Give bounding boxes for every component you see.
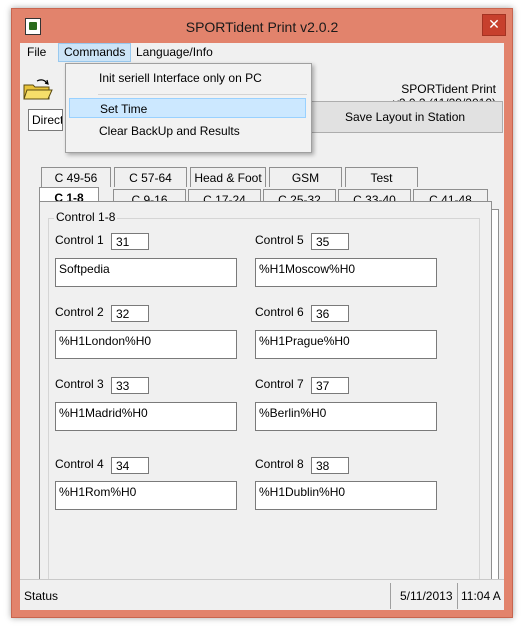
control-5-text[interactable]: %H1Moscow%H0 xyxy=(255,258,437,287)
tab-c49-56[interactable]: C 49-56 xyxy=(41,167,111,187)
menu-file[interactable]: File xyxy=(22,44,51,61)
control-2-number[interactable]: 32 xyxy=(111,305,149,322)
tab-gsm[interactable]: GSM xyxy=(269,167,342,187)
control-5-number[interactable]: 35 xyxy=(311,233,349,250)
commands-dropdown: Init seriell Interface only on PC Set Ti… xyxy=(65,63,312,153)
control-1-label: Control 1 xyxy=(55,233,104,247)
tab-head-foot[interactable]: Head & Foot xyxy=(190,167,266,187)
status-text: Status xyxy=(24,589,59,603)
app-name: SPORTident Print xyxy=(401,82,496,96)
control-8-number[interactable]: 38 xyxy=(311,457,349,474)
control-2-label: Control 2 xyxy=(55,305,104,319)
menu-clear-backup[interactable]: Clear BackUp and Results xyxy=(69,121,306,141)
open-folder-icon[interactable] xyxy=(23,79,53,101)
status-time: 11:04 A xyxy=(461,589,501,603)
menu-bar: File Commands Language/Info xyxy=(20,43,504,62)
control-1-number[interactable]: 31 xyxy=(111,233,149,250)
control-4-text[interactable]: %H1Rom%H0 xyxy=(55,481,237,510)
control-6-text[interactable]: %H1Prague%H0 xyxy=(255,330,437,359)
window-title: SPORTident Print v2.0.2 xyxy=(185,19,339,35)
control-3-number[interactable]: 33 xyxy=(111,377,149,394)
status-divider xyxy=(457,583,458,609)
tab-c57-64[interactable]: C 57-64 xyxy=(114,167,187,187)
control-4-number[interactable]: 34 xyxy=(111,457,149,474)
close-button[interactable]: ✕ xyxy=(482,14,506,36)
menu-language-info[interactable]: Language/Info xyxy=(131,44,218,61)
control-3-label: Control 3 xyxy=(55,377,104,391)
control-3-text[interactable]: %H1Madrid%H0 xyxy=(55,402,237,431)
control-8-label: Control 8 xyxy=(255,457,304,471)
status-bar: Status 5/11/2013 11:04 A xyxy=(20,579,504,610)
control-4-label: Control 4 xyxy=(55,457,104,471)
client-area: File Commands Language/Info SPORTident P… xyxy=(20,43,504,610)
control-6-number[interactable]: 36 xyxy=(311,305,349,322)
menu-commands[interactable]: Commands xyxy=(58,43,132,62)
group-label: Control 1-8 xyxy=(54,210,118,224)
tab-test[interactable]: Test xyxy=(345,167,418,187)
app-window: SPORTident Print v2.0.2 ✕ File Commands … xyxy=(11,8,513,618)
control-7-label: Control 7 xyxy=(255,377,304,391)
status-date: 5/11/2013 xyxy=(400,589,453,603)
menu-init-interface[interactable]: Init seriell Interface only on PC xyxy=(69,68,306,88)
control-5-label: Control 5 xyxy=(255,233,304,247)
control-1-text[interactable]: Softpedia xyxy=(55,258,237,287)
control-6-label: Control 6 xyxy=(255,305,304,319)
control-7-text[interactable]: %Berlin%H0 xyxy=(255,402,437,431)
save-layout-button[interactable]: Save Layout in Station xyxy=(307,101,503,133)
menu-set-time[interactable]: Set Time xyxy=(69,98,306,118)
status-divider xyxy=(390,583,391,609)
control-8-text[interactable]: %H1Dublin%H0 xyxy=(255,481,437,510)
control-7-number[interactable]: 37 xyxy=(311,377,349,394)
control-2-text[interactable]: %H1London%H0 xyxy=(55,330,237,359)
tab-panel-c1-8: Control 1-8 Control 1 31 Softpedia Contr… xyxy=(39,201,492,610)
connection-combo[interactable]: Direct xyxy=(28,109,63,131)
title-bar[interactable]: SPORTident Print v2.0.2 ✕ xyxy=(12,9,512,43)
menu-separator xyxy=(98,94,307,95)
